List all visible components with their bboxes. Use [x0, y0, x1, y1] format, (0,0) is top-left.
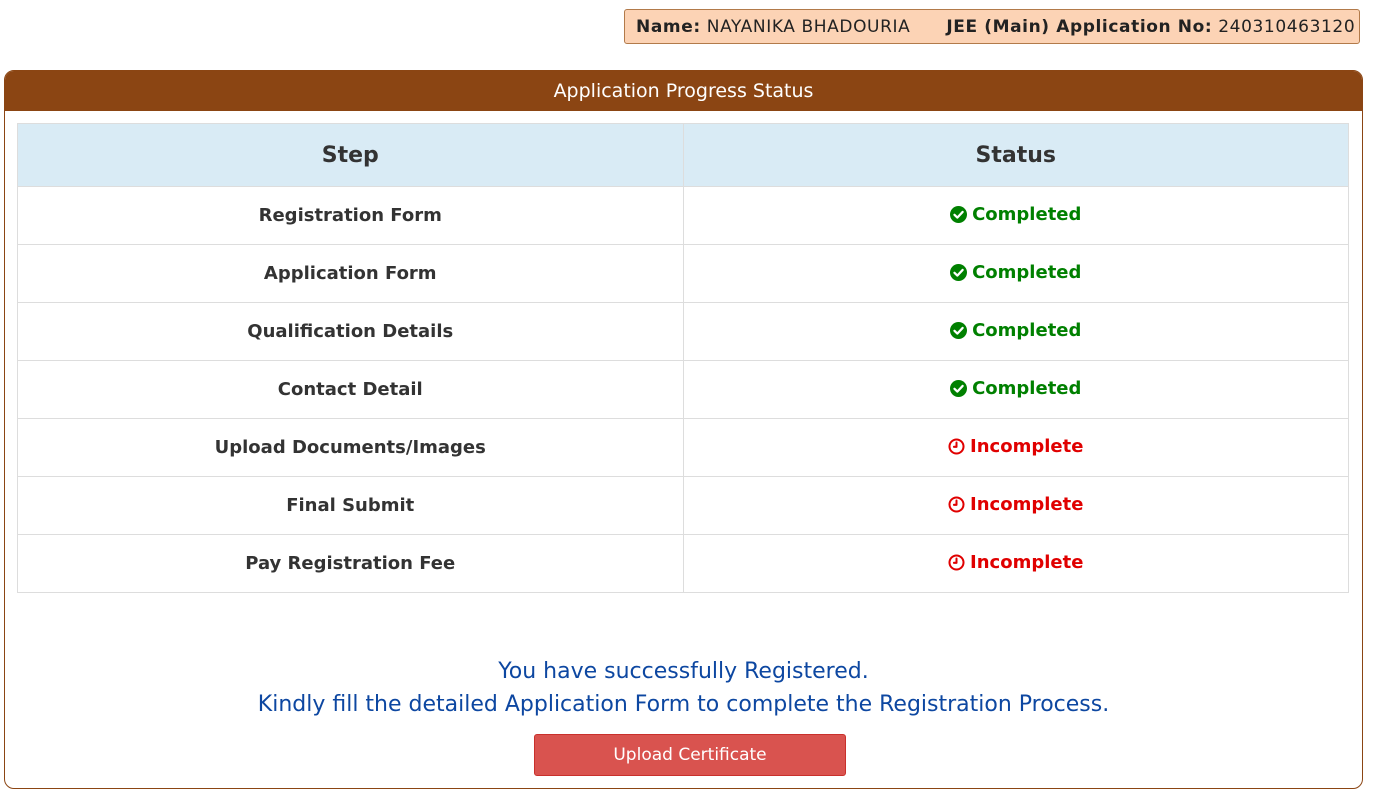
clock-icon [948, 553, 965, 571]
table-row: Qualification Details Completed [17, 302, 1349, 361]
status-text: Completed [972, 377, 1082, 399]
application-progress-panel: Application Progress Status Step Status … [4, 70, 1363, 789]
registration-message: You have successfully Registered. Kindly… [5, 655, 1362, 721]
message-line-1: You have successfully Registered. [498, 659, 869, 684]
status-badge: Completed [950, 262, 1081, 283]
step-cell: Qualification Details [17, 302, 684, 361]
table-row: Upload Documents/Images Incomplete [17, 418, 1349, 477]
upload-certificate-button[interactable]: Upload Certificate [534, 734, 846, 776]
check-circle-icon [950, 205, 968, 223]
step-cell: Final Submit [17, 476, 684, 535]
check-circle-icon [950, 263, 968, 281]
status-cell: Incomplete [682, 418, 1349, 477]
status-text: Incomplete [970, 435, 1084, 457]
table-row: Final Submit Incomplete [17, 476, 1349, 535]
step-cell: Contact Detail [17, 360, 684, 419]
status-cell: Completed [682, 302, 1349, 361]
column-header-step: Step [17, 123, 684, 187]
status-badge: Incomplete [948, 436, 1083, 457]
table-row: Application Form Completed [17, 244, 1349, 303]
application-no-value: 240310463120 [1218, 16, 1356, 37]
table-row: Registration Form Completed [17, 186, 1349, 245]
check-circle-icon [950, 379, 968, 397]
step-cell: Pay Registration Fee [17, 534, 684, 593]
candidate-info-bar: Name: NAYANIKA BHADOURIA JEE (Main) Appl… [624, 9, 1360, 44]
step-cell: Application Form [17, 244, 684, 303]
column-header-status: Status [682, 123, 1349, 187]
status-badge: Incomplete [948, 494, 1083, 515]
status-cell: Completed [682, 244, 1349, 303]
clock-icon [948, 495, 965, 513]
candidate-name: NAYANIKA BHADOURIA [706, 16, 911, 37]
status-cell: Incomplete [682, 534, 1349, 593]
table-row: Pay Registration Fee Incomplete [17, 534, 1349, 593]
status-cell: Incomplete [682, 476, 1349, 535]
status-text: Completed [972, 319, 1082, 341]
clock-icon [948, 437, 965, 455]
status-text: Incomplete [970, 551, 1084, 573]
check-circle-icon [950, 321, 968, 339]
status-badge: Completed [950, 320, 1081, 341]
application-no-label: JEE (Main) Application No: [946, 16, 1213, 37]
table-header-row: Step Status [17, 123, 1349, 187]
status-badge: Completed [950, 204, 1081, 225]
step-cell: Upload Documents/Images [17, 418, 684, 477]
name-label: Name: [636, 16, 701, 37]
step-cell: Registration Form [17, 186, 684, 245]
panel-title: Application Progress Status [5, 71, 1362, 111]
status-cell: Completed [682, 360, 1349, 419]
status-badge: Completed [950, 378, 1081, 399]
progress-table: Step Status Registration Form Completed Ap… [17, 123, 1349, 593]
status-badge: Incomplete [948, 552, 1083, 573]
message-line-2: Kindly fill the detailed Application For… [257, 692, 1110, 717]
status-text: Completed [972, 203, 1082, 225]
status-cell: Completed [682, 186, 1349, 245]
table-row: Contact Detail Completed [17, 360, 1349, 419]
status-text: Completed [972, 261, 1082, 283]
status-text: Incomplete [970, 493, 1084, 515]
